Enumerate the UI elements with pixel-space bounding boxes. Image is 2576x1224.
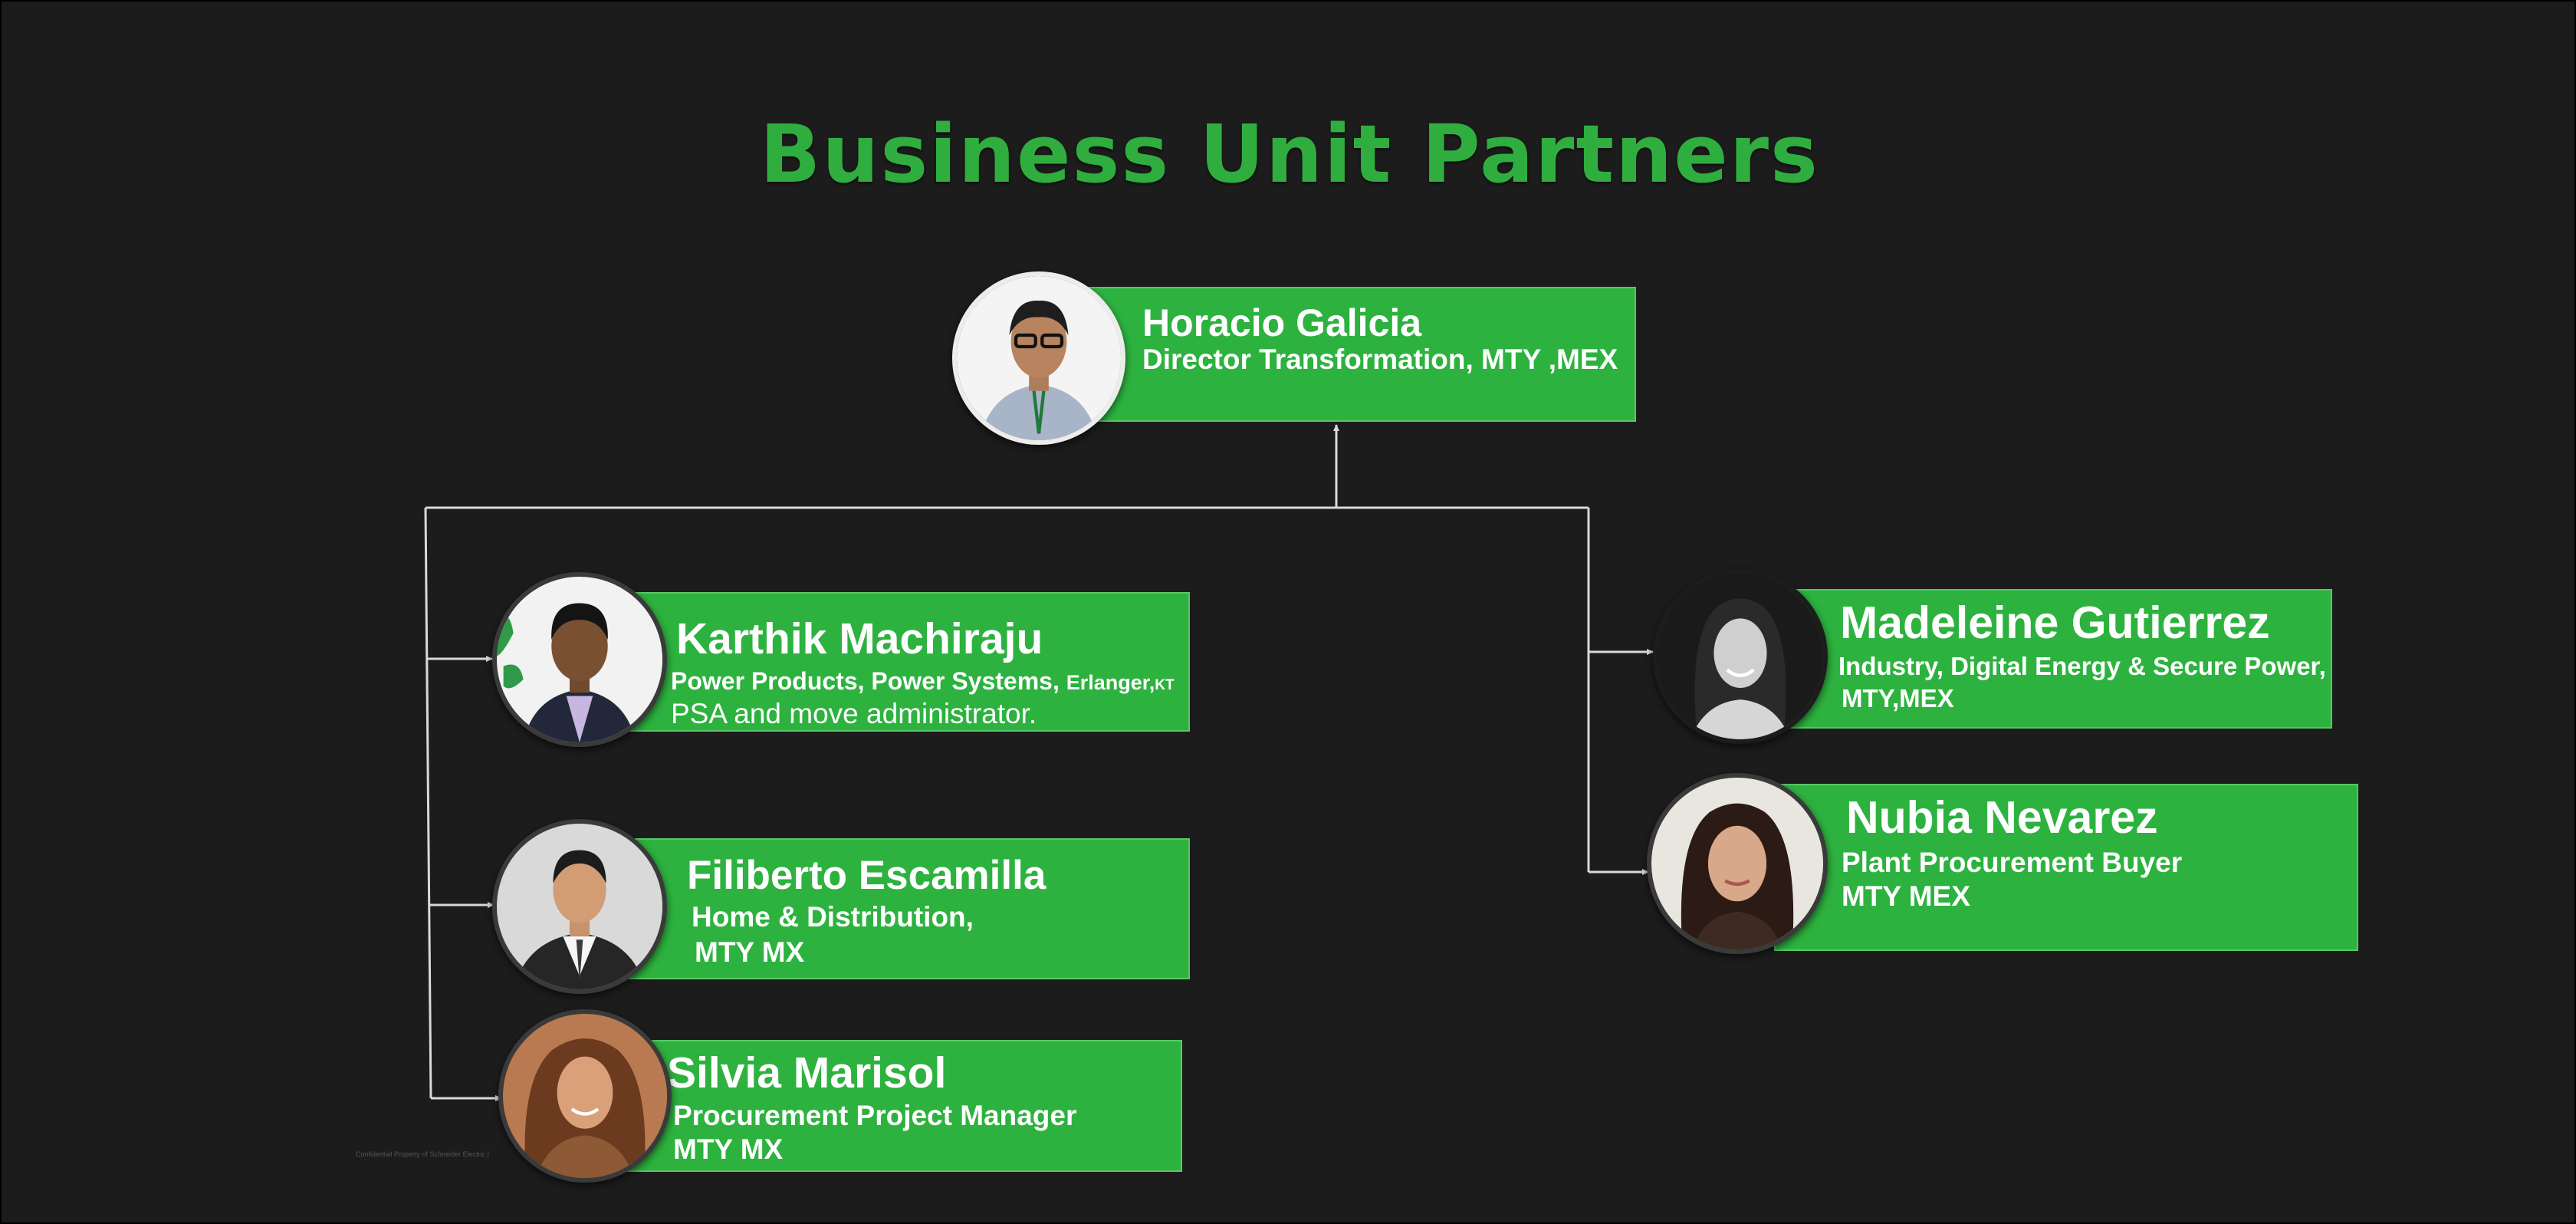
person-role-main: Power Products, Power Systems, [671, 667, 1060, 695]
person-role: Industry, Digital Energy & Secure Power, [1838, 652, 2326, 680]
avatar-filiberto [492, 819, 667, 994]
person-photo-icon [503, 1014, 667, 1178]
person-photo-icon [1658, 574, 1823, 739]
person-name: Karthik Machiraju [676, 614, 1043, 663]
person-photo-icon [497, 577, 662, 742]
avatar-karthik [492, 572, 667, 747]
person-location: MTY,MEX [1842, 684, 1954, 712]
person-name: Nubia Nevarez [1846, 792, 2158, 843]
connector-left-vertical [424, 507, 432, 1099]
org-card-root: Horacio Galicia Director Transformation,… [1067, 287, 1636, 422]
org-card-nubia: Nubia Nevarez Plant Procurement Buyer MT… [1774, 784, 2358, 951]
person-location: MTY MX [673, 1134, 784, 1165]
person-photo-icon [1651, 778, 1823, 949]
person-name: Madeleine Gutierrez [1840, 597, 2270, 648]
avatar-silvia [498, 1009, 672, 1183]
person-role: Director Transformation, MTY ,MEX [1142, 344, 1618, 375]
person-location: Erlanger, [1066, 671, 1155, 694]
person-location: MTY MX [695, 936, 805, 968]
person-name: Filiberto Escamilla [687, 853, 1046, 898]
person-role: Plant Procurement Buyer [1842, 847, 2183, 878]
org-card-karthik: Karthik Machiraju Power Products, Power … [615, 592, 1190, 732]
person-role: Procurement Project Manager [673, 1100, 1077, 1131]
person-location-code: KT [1155, 677, 1175, 693]
slide: Business Unit Partners Horacio Galicia D… [0, 0, 2576, 1224]
org-card-silvia: Silvia Marisol Procurement Project Manag… [615, 1040, 1182, 1172]
person-role: Home & Distribution, [692, 901, 974, 933]
person-photo-icon [957, 276, 1121, 440]
org-card-madeleine: Madeleine Gutierrez Industry, Digital En… [1780, 589, 2332, 729]
footer-note: Confidential Property of Schneider Elect… [356, 1150, 489, 1158]
person-role-extra: PSA and move administrator. [671, 698, 1037, 729]
person-name: Horacio Galicia [1142, 301, 1422, 344]
person-role: Power Products, Power Systems, Erlanger,… [671, 667, 1175, 696]
avatar-madeleine [1653, 569, 1828, 744]
person-photo-icon [497, 824, 662, 989]
org-card-filiberto: Filiberto Escamilla Home & Distribution,… [621, 838, 1190, 979]
avatar-horacio [952, 271, 1125, 445]
person-location: MTY MEX [1842, 880, 1970, 912]
avatar-nubia [1647, 773, 1828, 954]
person-name: Silvia Marisol [667, 1048, 947, 1097]
